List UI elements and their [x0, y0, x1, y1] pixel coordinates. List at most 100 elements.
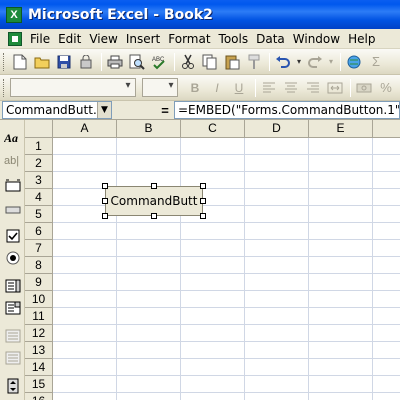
- formula-input[interactable]: =EMBED("Forms.CommandButton.1";": [174, 101, 400, 119]
- window-title: Microsoft Excel - Book2: [28, 6, 213, 23]
- column-header-c[interactable]: C: [181, 120, 245, 138]
- save-icon[interactable]: [54, 52, 74, 72]
- menu-data[interactable]: Data: [252, 32, 289, 46]
- toolbar-grip[interactable]: [3, 52, 6, 71]
- row-header-13[interactable]: 13: [25, 342, 53, 359]
- resize-handle-top-left[interactable]: [102, 183, 108, 189]
- name-box-value: CommandButt…: [6, 103, 105, 117]
- font-name-select[interactable]: [10, 78, 136, 97]
- undo-dropdown-icon[interactable]: ▾: [295, 52, 303, 72]
- textbox-icon[interactable]: ab|: [3, 150, 22, 169]
- menu-insert[interactable]: Insert: [122, 32, 164, 46]
- command-button-icon[interactable]: [3, 176, 22, 195]
- autosum-icon[interactable]: Σ: [366, 52, 386, 72]
- merge-center-icon[interactable]: [325, 78, 345, 98]
- font-size-select[interactable]: [142, 78, 178, 97]
- formula-bar: CommandButt… ▼ = =EMBED("Forms.CommandBu…: [0, 101, 400, 120]
- column-header-a[interactable]: A: [53, 120, 117, 138]
- checkbox-icon[interactable]: [3, 226, 22, 245]
- label-icon[interactable]: [3, 200, 22, 219]
- resize-handle-top[interactable]: [151, 183, 157, 189]
- chevron-down-icon[interactable]: ▼: [97, 102, 111, 118]
- menu-format[interactable]: Format: [164, 32, 214, 46]
- column-header-f[interactable]: [373, 120, 400, 138]
- new-icon[interactable]: [10, 52, 30, 72]
- paste-icon[interactable]: [222, 52, 242, 72]
- menu-file[interactable]: File: [26, 32, 54, 46]
- excel-icon[interactable]: X: [6, 6, 22, 23]
- name-box[interactable]: CommandButt… ▼: [2, 101, 112, 119]
- row-header-2[interactable]: 2: [25, 155, 53, 172]
- hyperlink-icon[interactable]: [344, 52, 364, 72]
- italic-button[interactable]: I: [208, 79, 226, 97]
- workbook-icon[interactable]: [8, 31, 22, 46]
- redo-dropdown-icon[interactable]: ▾: [327, 52, 335, 72]
- option-button-icon[interactable]: [3, 248, 22, 267]
- row-header-4[interactable]: 4: [25, 189, 53, 206]
- worksheet-grid: A B C D E 1 2 3 4 5 6 7 8 9 10 11 12 13 …: [25, 120, 400, 400]
- column-header-e[interactable]: E: [309, 120, 373, 138]
- row-header-6[interactable]: 6: [25, 223, 53, 240]
- menu-view[interactable]: View: [85, 32, 121, 46]
- svg-text:Aa: Aa: [4, 131, 18, 145]
- formatting-toolbar: B I U %: [0, 75, 400, 101]
- redo-icon[interactable]: [305, 52, 325, 72]
- title-bar: X Microsoft Excel - Book2: [0, 0, 400, 29]
- toolbar-separator: [101, 52, 102, 71]
- listbox-icon[interactable]: [3, 276, 22, 295]
- print-icon[interactable]: [105, 52, 125, 72]
- row-header-5[interactable]: 5: [25, 206, 53, 223]
- toggle-button-icon[interactable]: [3, 326, 22, 345]
- select-all-corner[interactable]: [25, 120, 53, 138]
- print-preview-icon[interactable]: [127, 52, 147, 72]
- row-header-7[interactable]: 7: [25, 240, 53, 257]
- align-left-icon[interactable]: [259, 78, 279, 98]
- row-header-14[interactable]: 14: [25, 359, 53, 376]
- menu-edit[interactable]: Edit: [54, 32, 85, 46]
- image-control-icon[interactable]: [3, 348, 22, 367]
- column-header-d[interactable]: D: [245, 120, 309, 138]
- spelling-icon[interactable]: ABC: [149, 52, 169, 72]
- svg-text:ab|: ab|: [4, 155, 19, 167]
- resize-handle-bottom-left[interactable]: [102, 213, 108, 219]
- row-header-8[interactable]: 8: [25, 257, 53, 274]
- menu-help[interactable]: Help: [344, 32, 379, 46]
- open-icon[interactable]: [32, 52, 52, 72]
- menu-window[interactable]: Window: [289, 32, 344, 46]
- resize-handle-right[interactable]: [200, 198, 206, 204]
- spin-button-icon[interactable]: [3, 376, 22, 395]
- undo-icon[interactable]: [273, 52, 293, 72]
- resize-handle-bottom[interactable]: [151, 213, 157, 219]
- toolbar-separator: [174, 52, 175, 71]
- cell-area[interactable]: [53, 138, 400, 400]
- align-center-icon[interactable]: [281, 78, 301, 98]
- currency-icon[interactable]: [354, 78, 374, 98]
- row-header-12[interactable]: 12: [25, 325, 53, 342]
- row-header-1[interactable]: 1: [25, 138, 53, 155]
- toolbar-grip[interactable]: [3, 78, 6, 97]
- underline-button[interactable]: U: [230, 79, 248, 97]
- row-header-9[interactable]: 9: [25, 274, 53, 291]
- design-mode-icon[interactable]: Aa: [3, 128, 22, 147]
- permission-icon[interactable]: [76, 52, 96, 72]
- cut-icon[interactable]: [178, 52, 198, 72]
- align-right-icon[interactable]: [303, 78, 323, 98]
- row-header-3[interactable]: 3: [25, 172, 53, 189]
- column-header-b[interactable]: B: [117, 120, 181, 138]
- resize-handle-top-right[interactable]: [200, 183, 206, 189]
- menu-tools[interactable]: Tools: [215, 32, 253, 46]
- row-header-15[interactable]: 15: [25, 376, 53, 393]
- resize-handle-bottom-right[interactable]: [200, 213, 206, 219]
- row-header-10[interactable]: 10: [25, 291, 53, 308]
- toolbar-separator: [350, 78, 351, 97]
- resize-handle-left[interactable]: [102, 198, 108, 204]
- combobox-icon[interactable]: [3, 298, 22, 317]
- row-header-11[interactable]: 11: [25, 308, 53, 325]
- format-painter-icon[interactable]: [244, 52, 264, 72]
- bold-button[interactable]: B: [186, 79, 204, 97]
- row-header-16[interactable]: 16: [25, 393, 53, 400]
- menu-bar: File Edit View Insert Format Tools Data …: [0, 29, 400, 49]
- percent-icon[interactable]: %: [376, 78, 396, 98]
- embedded-command-button[interactable]: CommandButt: [105, 186, 203, 216]
- copy-icon[interactable]: [200, 52, 220, 72]
